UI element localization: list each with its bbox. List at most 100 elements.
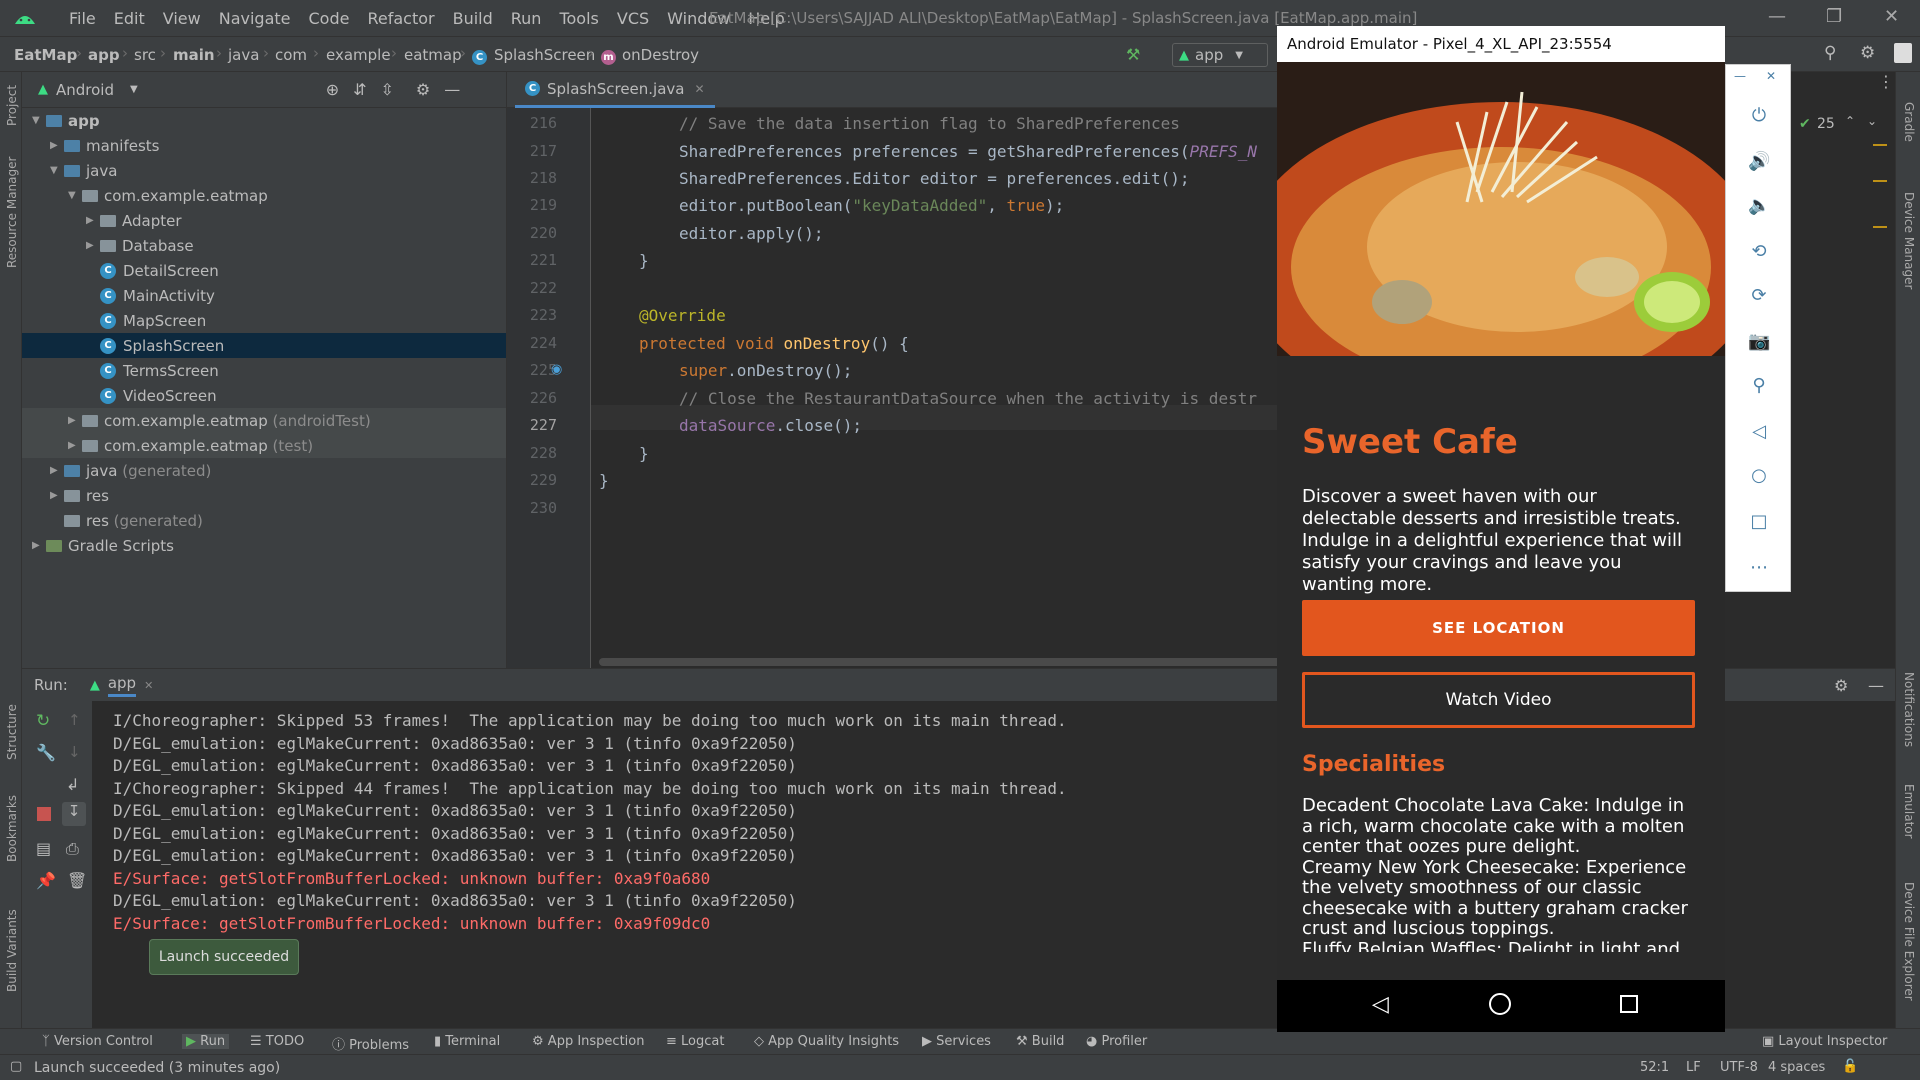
tree-item-androidtest[interactable]: ▶ com.example.eatmap (androidTest)	[22, 408, 506, 433]
collapse-all-icon[interactable]: ⇳	[381, 80, 394, 99]
menu-code[interactable]: Code	[300, 9, 359, 28]
menu-tools[interactable]: Tools	[550, 9, 607, 28]
tree-item-res[interactable]: ▶ res	[22, 483, 506, 508]
gear-icon[interactable]: ⚙	[416, 80, 430, 99]
tree-item-mainactivity[interactable]: C MainActivity	[22, 283, 506, 308]
tree-item-splashscreen[interactable]: C SplashScreen	[22, 333, 506, 358]
lock-icon[interactable]: 🔓	[1842, 1059, 1858, 1074]
volume-up-icon[interactable]: 🔊	[1748, 151, 1770, 173]
watch-video-button[interactable]: Watch Video	[1302, 672, 1695, 728]
line-separator[interactable]: LF	[1686, 1060, 1701, 1075]
tree-item-termsscreen[interactable]: C TermsScreen	[22, 358, 506, 383]
tree-item-detailscreen[interactable]: C DetailScreen	[22, 258, 506, 283]
home-icon[interactable]: ○	[1748, 465, 1770, 487]
stop-icon[interactable]	[37, 807, 51, 821]
breadcrumb-com[interactable]: com	[275, 46, 307, 64]
tool-app-quality-insights[interactable]: ◇ App Quality Insights	[754, 1034, 899, 1049]
overview-icon[interactable]: □	[1748, 511, 1770, 533]
search-icon[interactable]: ⚲	[1824, 43, 1836, 63]
menu-run[interactable]: Run	[502, 9, 551, 28]
tool-profiler[interactable]: ◕ Profiler	[1086, 1034, 1147, 1049]
breadcrumb-main[interactable]: main	[173, 46, 215, 64]
tree-item-java[interactable]: ▼ java	[22, 158, 506, 183]
tree-item-database[interactable]: ▶ Database	[22, 233, 506, 258]
breadcrumb-src[interactable]: src	[134, 46, 156, 64]
volume-down-icon[interactable]: 🔈	[1748, 195, 1770, 217]
tool-run[interactable]: ▶ Run	[182, 1034, 230, 1049]
build-hammer-icon[interactable]: ⚒	[1126, 45, 1140, 64]
menu-file[interactable]: File	[60, 9, 105, 28]
power-icon[interactable]: ⏻	[1748, 105, 1770, 127]
minimize-icon[interactable]: —	[1734, 69, 1746, 83]
strip-bookmarks[interactable]: Bookmarks	[5, 795, 19, 862]
breadcrumb-java[interactable]: java	[228, 46, 259, 64]
strip-device-file-explorer[interactable]: Device File Explorer	[1902, 882, 1916, 1001]
trash-icon[interactable]: 🗑	[67, 871, 87, 890]
zoom-icon[interactable]: ⚲	[1748, 375, 1770, 397]
warning-marker[interactable]	[1873, 180, 1887, 182]
recents-icon[interactable]	[1620, 995, 1638, 1013]
console-output[interactable]: I/Choreographer: Skipped 53 frames! The …	[92, 701, 1303, 1057]
run-tab-app[interactable]: app	[107, 674, 137, 697]
restore-icon[interactable]: ❐	[1826, 6, 1842, 27]
strip-project[interactable]: Project	[5, 85, 19, 126]
strip-emulator[interactable]: Emulator	[1902, 784, 1916, 839]
tree-item-manifests[interactable]: ▶ manifests	[22, 133, 506, 158]
chevron-down-icon[interactable]: ▼	[130, 84, 138, 95]
tree-item-test[interactable]: ▶ com.example.eatmap (test)	[22, 433, 506, 458]
tree-item-videoscreen[interactable]: C VideoScreen	[22, 383, 506, 408]
tool-layout-inspector[interactable]: ▣ Layout Inspector	[1762, 1034, 1887, 1049]
tree-item-package[interactable]: ▼ com.example.eatmap	[22, 183, 506, 208]
close-tab-icon[interactable]: ✕	[695, 82, 705, 96]
soft-wrap-icon[interactable]: ↲	[66, 775, 79, 794]
pin-icon[interactable]: 📌	[36, 871, 56, 890]
rotate-left-icon[interactable]: ⟲	[1748, 241, 1770, 263]
tree-item-app[interactable]: ▼ app	[22, 108, 506, 133]
breadcrumb-method[interactable]: onDestroy	[622, 46, 699, 64]
see-location-button[interactable]: SEE LOCATION	[1302, 600, 1695, 656]
breadcrumb-project[interactable]: EatMap	[14, 46, 77, 64]
caret-position[interactable]: 52:1	[1640, 1060, 1669, 1075]
breadcrumb-example[interactable]: example	[326, 46, 391, 64]
tool-problems[interactable]: ⓘ Problems	[332, 1034, 409, 1053]
hide-panel-icon[interactable]: —	[444, 80, 460, 99]
chevron-down-icon[interactable]: ⌄	[1867, 114, 1877, 128]
code-area[interactable]: // Save the data insertion flag to Share…	[507, 108, 1283, 668]
strip-structure[interactable]: Structure	[5, 704, 19, 760]
menu-navigate[interactable]: Navigate	[210, 9, 300, 28]
settings-gear-icon[interactable]: ⚙	[1860, 43, 1875, 63]
layout-icon[interactable]: ▤	[36, 839, 51, 858]
scroll-up-icon[interactable]: ↑	[68, 711, 81, 729]
tree-item-gradle-scripts[interactable]: ▶ Gradle Scripts	[22, 533, 506, 558]
tool-services[interactable]: ▶ Services	[922, 1034, 991, 1049]
close-tab-icon[interactable]: ✕	[144, 679, 153, 692]
tool-logcat[interactable]: ≡ Logcat	[666, 1034, 724, 1049]
strip-resource-manager[interactable]: Resource Manager	[5, 157, 19, 268]
breadcrumb-eatmap[interactable]: eatmap	[404, 46, 462, 64]
warning-marker[interactable]	[1873, 226, 1887, 228]
menu-vcs[interactable]: VCS	[608, 9, 658, 28]
rotate-right-icon[interactable]: ⟳	[1748, 285, 1770, 307]
more-icon[interactable]: ⋯	[1748, 557, 1770, 579]
status-message[interactable]: Launch succeeded (3 minutes ago)	[34, 1060, 280, 1076]
tool-terminal[interactable]: ▮ Terminal	[434, 1034, 500, 1049]
back-icon[interactable]: ◁	[1748, 421, 1770, 443]
tool-version-control[interactable]: ᛉ Version Control	[42, 1034, 153, 1049]
tool-app-inspection[interactable]: ⚙ App Inspection	[532, 1034, 644, 1049]
tree-item-java-generated[interactable]: ▶ java (generated)	[22, 458, 506, 483]
scroll-to-end-icon[interactable]: ↧	[62, 802, 86, 826]
strip-notifications[interactable]: Notifications	[1902, 672, 1916, 747]
back-icon[interactable]: ◁	[1372, 992, 1389, 1017]
print-icon[interactable]: ⎙	[66, 839, 79, 859]
strip-build-variants[interactable]: Build Variants	[5, 909, 19, 992]
strip-gradle[interactable]: Gradle	[1902, 102, 1916, 142]
more-options-icon[interactable]: ⋮	[1878, 72, 1894, 91]
wrench-icon[interactable]: 🔧	[36, 743, 56, 762]
tool-todo[interactable]: ☰ TODO	[250, 1034, 304, 1049]
avatar[interactable]	[1894, 43, 1912, 63]
warning-marker[interactable]	[1873, 144, 1887, 146]
indent-setting[interactable]: 4 spaces	[1768, 1060, 1825, 1075]
menu-edit[interactable]: Edit	[105, 9, 154, 28]
hide-panel-icon[interactable]: —	[1868, 676, 1884, 695]
project-view-selector[interactable]: Android	[56, 81, 114, 99]
